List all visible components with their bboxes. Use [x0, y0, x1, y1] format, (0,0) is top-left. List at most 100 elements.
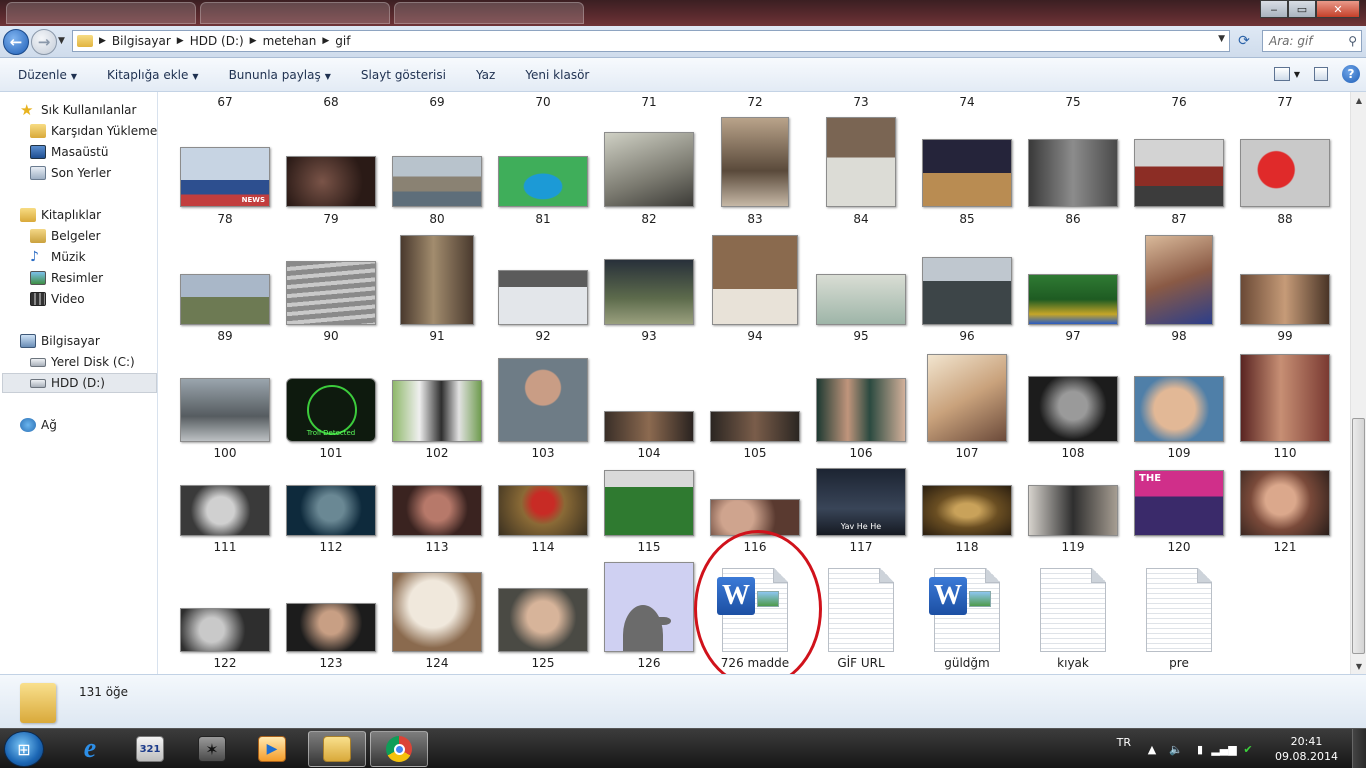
chevron-down-icon[interactable]: ▼ — [1218, 34, 1225, 44]
signal-icon[interactable]: ▂▄▆ — [1211, 742, 1236, 756]
sidebar-item-computer[interactable]: Bilgisayar — [20, 331, 100, 351]
scroll-up-arrow-icon[interactable]: ▲ — [1351, 92, 1366, 108]
list-item[interactable]: 100 — [172, 348, 278, 465]
list-item[interactable]: 69 — [384, 92, 490, 114]
list-item[interactable]: 103 — [490, 348, 596, 465]
address-field[interactable]: ▶ Bilgisayar ▶ HDD (D:) ▶ metehan ▶ gif … — [72, 30, 1230, 52]
preview-pane-icon[interactable] — [1314, 67, 1328, 81]
list-item[interactable]: 99 — [1232, 231, 1338, 348]
list-item[interactable]: 118 — [914, 465, 1020, 559]
list-item[interactable]: 85 — [914, 114, 1020, 231]
sidebar-item-local-disk[interactable]: Yerel Disk (C:) — [30, 352, 135, 372]
chevron-right-icon[interactable]: ▶ — [250, 36, 257, 46]
scroll-down-arrow-icon[interactable]: ▼ — [1351, 658, 1366, 674]
list-item[interactable]: 98 — [1126, 231, 1232, 348]
print-button[interactable]: Yaz — [476, 68, 495, 82]
security-check-icon[interactable]: ✔ — [1241, 742, 1255, 756]
list-item[interactable]: 93 — [596, 231, 702, 348]
taskbar-windows-explorer[interactable] — [308, 731, 366, 767]
breadcrumb-gif[interactable]: gif — [335, 34, 350, 48]
maximize-button[interactable]: ▭ — [1288, 0, 1316, 18]
list-item[interactable]: 104 — [596, 348, 702, 465]
forward-button[interactable]: → — [31, 29, 57, 55]
sidebar-item-videos[interactable]: Video — [30, 289, 85, 309]
sidebar-item-desktop[interactable]: Masaüstü — [30, 142, 108, 162]
volume-icon[interactable]: 🔈 — [1169, 742, 1183, 756]
list-item[interactable]: 114 — [490, 465, 596, 559]
list-item[interactable]: 81 — [490, 114, 596, 231]
list-item[interactable]: 108 — [1020, 348, 1126, 465]
close-button[interactable]: ✕ — [1316, 0, 1360, 18]
list-item[interactable]: 88 — [1232, 114, 1338, 231]
taskbar-counter-strike[interactable]: ✶ — [184, 731, 240, 767]
sidebar-item-favorites[interactable]: ★ Sık Kullanılanlar — [20, 100, 136, 120]
new-folder-button[interactable]: Yeni klasör — [525, 68, 589, 82]
list-item[interactable]: 91 — [384, 231, 490, 348]
list-item[interactable]: 106 — [808, 348, 914, 465]
list-item[interactable]: 107 — [914, 348, 1020, 465]
list-item[interactable]: 125 — [490, 559, 596, 674]
sidebar-item-network[interactable]: Ağ — [20, 415, 57, 435]
taskbar-chrome[interactable] — [370, 731, 428, 767]
list-item[interactable]: 67 — [172, 92, 278, 114]
word-document-guldgm[interactable]: Wgüldğm — [914, 559, 1020, 674]
show-desktop-button[interactable] — [1352, 729, 1366, 768]
taskbar-video-player[interactable]: ▶ — [244, 731, 300, 767]
list-item[interactable]: Troll Detected 101 — [278, 348, 384, 465]
back-button[interactable]: ← — [3, 29, 29, 55]
text-document-pre[interactable]: pre — [1126, 559, 1232, 674]
sidebar-item-hdd[interactable]: HDD (D:) — [2, 373, 157, 393]
vertical-scrollbar[interactable]: ▲ ▼ — [1350, 92, 1366, 674]
list-item[interactable]: 71 — [596, 92, 702, 114]
list-item[interactable]: 75 — [1020, 92, 1126, 114]
list-item[interactable]: 126 — [596, 559, 702, 674]
taskbar-media-player-classic[interactable]: 321 — [122, 731, 178, 767]
list-item[interactable]: 109 — [1126, 348, 1232, 465]
change-view-icon[interactable] — [1273, 67, 1290, 81]
list-item[interactable]: 97 — [1020, 231, 1126, 348]
scrollbar-thumb[interactable] — [1352, 418, 1365, 654]
list-item[interactable]: 115 — [596, 465, 702, 559]
list-item[interactable]: 94 — [702, 231, 808, 348]
sidebar-item-documents[interactable]: Belgeler — [30, 226, 101, 246]
list-item[interactable]: 112 — [278, 465, 384, 559]
list-item[interactable]: 96 — [914, 231, 1020, 348]
slideshow-button[interactable]: Slayt gösterisi — [361, 68, 446, 82]
breadcrumb-hdd[interactable]: HDD (D:) — [190, 34, 244, 48]
add-to-library-menu[interactable]: Kitaplığa ekle ▼ — [107, 68, 199, 82]
list-item[interactable]: 73 — [808, 92, 914, 114]
refresh-button[interactable]: ⟳ — [1234, 32, 1254, 50]
list-item[interactable]: 90 — [278, 231, 384, 348]
text-document-gif-url[interactable]: GİF URL — [808, 559, 914, 674]
list-item[interactable]: 70 — [490, 92, 596, 114]
list-item[interactable]: 84 — [808, 114, 914, 231]
clock[interactable]: 20:41 09.08.2014 — [1275, 734, 1338, 764]
list-item[interactable]: 77 — [1232, 92, 1338, 114]
list-item[interactable]: 113 — [384, 465, 490, 559]
list-item[interactable]: 95 — [808, 231, 914, 348]
list-item[interactable]: NEWS 78 — [172, 114, 278, 231]
minimize-button[interactable]: ‒ — [1260, 0, 1288, 18]
device-icon[interactable]: ▮ — [1193, 742, 1207, 756]
breadcrumb-metehan[interactable]: metehan — [263, 34, 317, 48]
list-item[interactable]: 87 — [1126, 114, 1232, 231]
list-item[interactable]: 89 — [172, 231, 278, 348]
list-item[interactable]: 124 — [384, 559, 490, 674]
list-item[interactable]: 79 — [278, 114, 384, 231]
chevron-down-icon[interactable]: ▼ — [1294, 70, 1300, 79]
sidebar-item-downloads[interactable]: Karşıdan Yüklemeler — [30, 121, 173, 141]
sidebar-item-recent[interactable]: Son Yerler — [30, 163, 111, 183]
list-item[interactable]: 102 — [384, 348, 490, 465]
list-item[interactable]: 122 — [172, 559, 278, 674]
chevron-right-icon[interactable]: ▶ — [99, 36, 106, 46]
list-item[interactable]: 121 — [1232, 465, 1338, 559]
breadcrumb-computer[interactable]: Bilgisayar — [112, 34, 171, 48]
list-item[interactable]: 111 — [172, 465, 278, 559]
list-item[interactable]: 76 — [1126, 92, 1232, 114]
search-input[interactable]: Ara: gif ⚲ — [1262, 30, 1362, 52]
chevron-right-icon[interactable]: ▶ — [177, 36, 184, 46]
list-item[interactable]: 72 — [702, 92, 808, 114]
list-item[interactable]: 110 — [1232, 348, 1338, 465]
recent-pages-dropdown[interactable]: ▼ — [58, 36, 65, 46]
text-document-kiyak[interactable]: kıyak — [1020, 559, 1126, 674]
